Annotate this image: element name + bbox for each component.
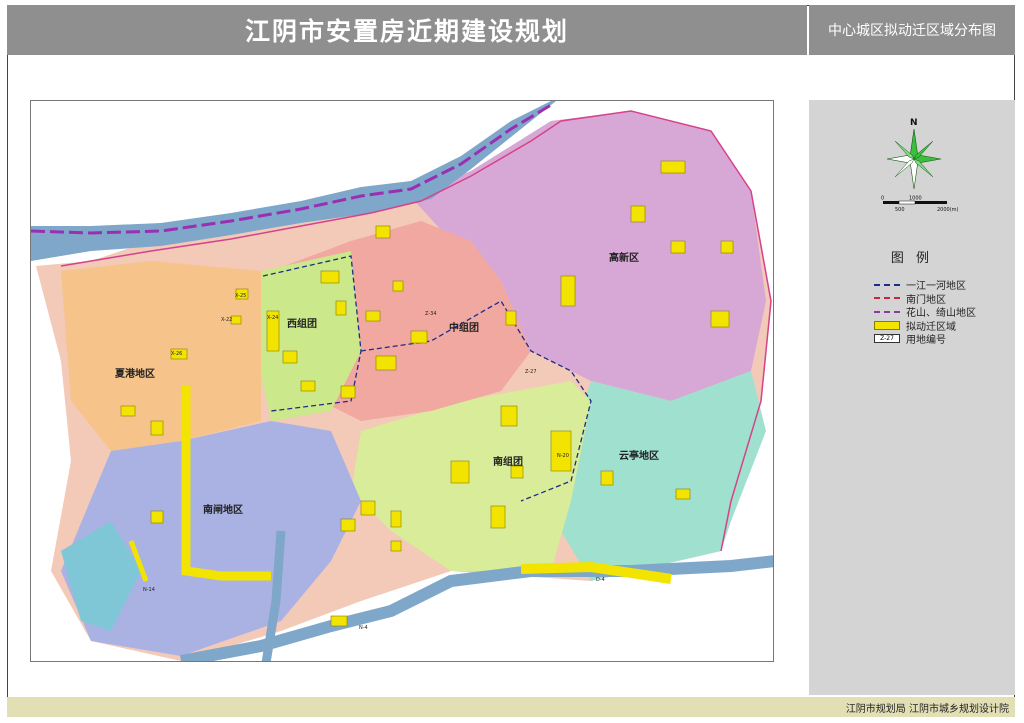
scale-tick: 2000(m) <box>937 207 959 213</box>
legend-panel: N 0 1000 500 2000(m) 图 例 一江一河地区 南门地区 花山、… <box>809 100 1015 695</box>
district-label: 西组团 <box>287 317 317 330</box>
compass-rose: N <box>879 115 949 199</box>
district-label: 云亭地区 <box>619 449 659 462</box>
plot-code: Z-34 <box>425 311 437 317</box>
city-map[interactable]: 高新区 西组团 中组团 夏港地区 南组团 云亭地区 南闸地区 X-25 X-24… <box>31 101 774 662</box>
legend-swatch-red-dash <box>874 297 900 300</box>
subtitle-bar: 中心城区拟动迁区域分布图 <box>809 5 1015 55</box>
zone-yunting <box>561 371 766 581</box>
plot-code: Z-27 <box>525 369 537 375</box>
plot-code: X-22 <box>221 317 232 323</box>
plot-code: N-4 <box>359 625 368 631</box>
legend-label: 用地编号 <box>906 335 946 347</box>
north-arrow-icon <box>886 128 942 190</box>
plot-code: N-20 <box>557 453 569 459</box>
district-label: 夏港地区 <box>114 367 155 380</box>
district-label: 南组团 <box>493 455 523 468</box>
scale-bar: 0 1000 500 2000(m) <box>879 195 969 221</box>
plot-code: D-4 <box>596 577 605 583</box>
legend-item: 拟动迁区域 <box>874 319 976 333</box>
plot-code: X-26 <box>171 351 182 357</box>
map-subtitle: 中心城区拟动迁区域分布图 <box>828 23 996 39</box>
north-label: N <box>910 118 918 128</box>
legend-item: 一江一河地区 <box>874 278 976 292</box>
legend-swatch-purple-dash <box>874 310 900 313</box>
plot-code: X-25 <box>235 293 246 299</box>
legend-item: 南门地区 <box>874 292 976 306</box>
scale-tick: 500 <box>895 207 905 213</box>
legend-swatch-yellow <box>874 320 900 330</box>
legend-title: 图 例 <box>890 251 934 266</box>
district-label: 高新区 <box>609 251 639 264</box>
district-label: 南闸地区 <box>203 503 243 516</box>
plot-code: X-24 <box>267 315 278 321</box>
legend-list: 一江一河地区 南门地区 花山、绮山地区 拟动迁区域 Z-27 用地编号 <box>874 278 976 346</box>
footer-bar: 江阴市规划局 江阴市城乡规划设计院 <box>7 697 1015 717</box>
map-area[interactable]: 高新区 西组团 中组团 夏港地区 南组团 云亭地区 南闸地区 X-25 X-24… <box>30 100 774 662</box>
scale-tick: 1000 <box>909 196 922 202</box>
scale-tick: 0 <box>881 196 884 202</box>
footer-credits: 江阴市规划局 江阴市城乡规划设计院 <box>845 704 1009 715</box>
legend-item: 花山、绮山地区 <box>874 305 976 319</box>
plot-code: N-14 <box>143 587 155 593</box>
legend-swatch-code: Z-27 <box>874 334 900 344</box>
title-bar: 江阴市安置房近期建设规划 <box>7 5 807 55</box>
page-title: 江阴市安置房近期建设规划 <box>244 17 569 46</box>
district-label: 中组团 <box>449 321 479 334</box>
legend-item: Z-27 用地编号 <box>874 332 976 346</box>
legend-swatch-blue-dash <box>874 283 900 286</box>
